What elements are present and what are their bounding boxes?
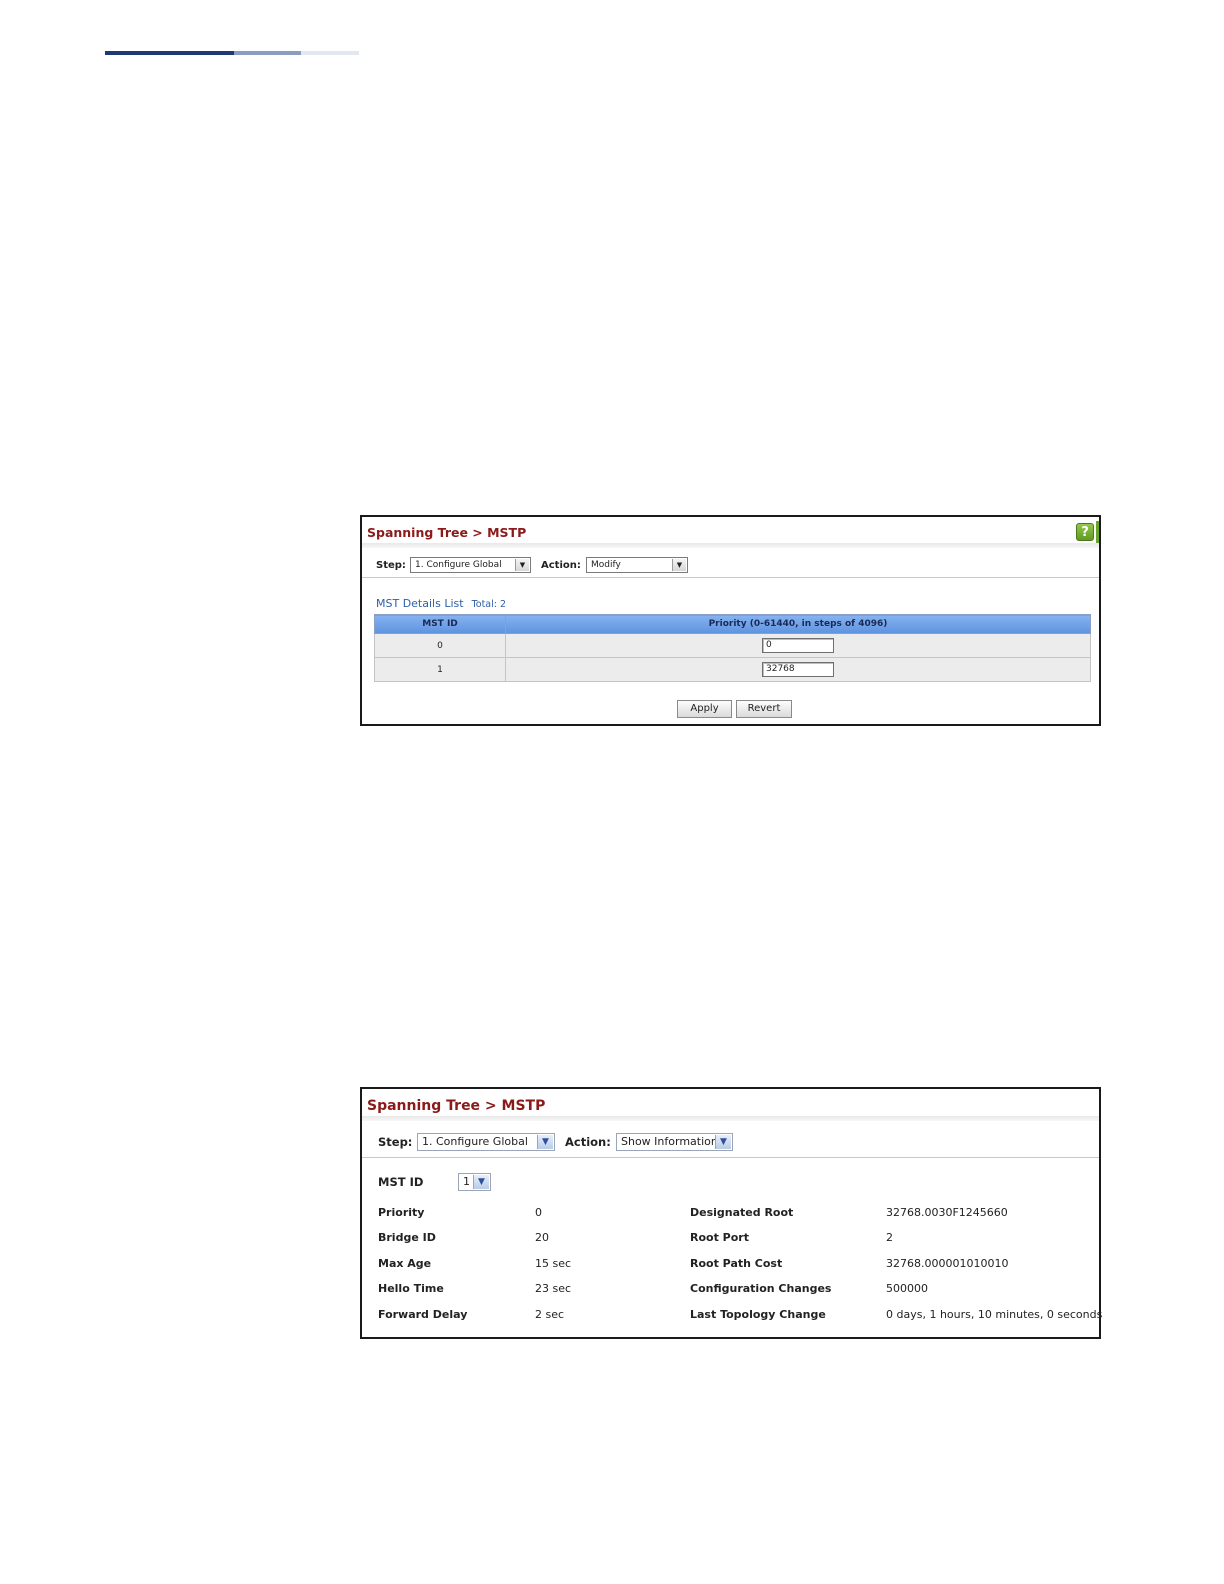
help-icon[interactable]: ? xyxy=(1076,523,1094,541)
action-select-value: Show Information xyxy=(621,1135,718,1148)
mstp-info-panel: Spanning Tree > MSTP Step: 1. Configure … xyxy=(360,1087,1103,1339)
chevron-down-icon: ▼ xyxy=(537,1135,553,1149)
action-select-value: Modify xyxy=(591,560,621,570)
info-value: 0 xyxy=(535,1206,542,1219)
info-label: Max Age xyxy=(378,1257,432,1270)
mst-id-cell: 0 xyxy=(374,633,506,658)
info-label: Hello Time xyxy=(378,1282,444,1295)
priority-cell: 0 xyxy=(505,633,1091,658)
info-value: 32768.000001010010 xyxy=(886,1257,1009,1270)
apply-button[interactable]: Apply xyxy=(677,700,732,718)
step-select[interactable]: 1. Configure Global ▼ xyxy=(417,1133,555,1151)
list-title-text: MST Details List xyxy=(376,597,464,610)
step-select[interactable]: 1. Configure Global ▼ xyxy=(410,557,531,573)
help-icon-edge xyxy=(1096,521,1099,543)
info-label: Last Topology Change xyxy=(690,1308,826,1321)
mst-id-select-value: 1 xyxy=(463,1175,470,1188)
mst-details-list-title: MST Details List Total: 2 xyxy=(376,597,506,610)
info-label: Root Path Cost xyxy=(690,1257,783,1270)
revert-button[interactable]: Revert xyxy=(736,700,792,718)
page-header-bar-light xyxy=(301,51,359,55)
info-label: Priority xyxy=(378,1206,425,1219)
mstp-modify-panel: Spanning Tree > MSTP ? Step: 1. Configur… xyxy=(360,515,1101,726)
info-value: 2 sec xyxy=(535,1308,565,1321)
info-value: 0 days, 1 hours, 10 minutes, 0 seconds xyxy=(886,1308,1103,1321)
action-select[interactable]: Show Information ▼ xyxy=(616,1133,733,1151)
info-value: 20 xyxy=(535,1231,549,1244)
step-select-value: 1. Configure Global xyxy=(422,1135,528,1148)
table-row: 0 0 xyxy=(374,633,1091,658)
table-row: 1 32768 xyxy=(374,657,1091,682)
chevron-down-icon: ▼ xyxy=(715,1135,731,1149)
info-row: Forward Delay 2 sec Last Topology Change… xyxy=(362,1308,1103,1324)
action-select[interactable]: Modify ▼ xyxy=(586,557,688,573)
step-action-row: Step: 1. Configure Global ▼ Action: Show… xyxy=(362,1129,1099,1157)
priority-cell: 32768 xyxy=(505,657,1091,682)
chevron-down-icon: ▼ xyxy=(672,559,686,571)
info-value: 2 xyxy=(886,1231,893,1244)
mst-id-cell: 1 xyxy=(374,657,506,682)
column-header-priority: Priority (0-61440, in steps of 4096) xyxy=(505,614,1091,634)
panel-title-area: Spanning Tree > MSTP ? xyxy=(362,517,1099,543)
list-total: Total: 2 xyxy=(471,599,507,610)
action-label: Action: xyxy=(541,560,581,571)
table-header-row: MST ID Priority (0-61440, in steps of 40… xyxy=(374,614,1091,634)
info-row: Hello Time 23 sec Configuration Changes … xyxy=(362,1282,1099,1298)
page-header-bar-mid xyxy=(234,51,301,55)
info-label: Bridge ID xyxy=(378,1231,436,1244)
step-label: Step: xyxy=(378,1135,413,1149)
info-value: 15 sec xyxy=(535,1257,572,1270)
title-divider xyxy=(362,1116,1099,1121)
page-header-bar-dark xyxy=(105,51,234,55)
priority-input[interactable]: 0 xyxy=(762,638,834,653)
chevron-down-icon: ▼ xyxy=(473,1175,489,1189)
step-row-divider xyxy=(362,577,1099,578)
info-label: Forward Delay xyxy=(378,1308,468,1321)
info-row: Max Age 15 sec Root Path Cost 32768.0000… xyxy=(362,1257,1099,1273)
breadcrumb: Spanning Tree > MSTP xyxy=(367,1098,546,1114)
info-label: Root Port xyxy=(690,1231,749,1244)
panel-title-area: Spanning Tree > MSTP xyxy=(362,1089,1099,1116)
priority-input[interactable]: 32768 xyxy=(762,662,834,677)
column-header-mst-id: MST ID xyxy=(374,614,506,634)
title-divider xyxy=(362,543,1099,548)
action-label: Action: xyxy=(565,1135,611,1149)
step-row-divider xyxy=(362,1157,1099,1158)
info-label: Designated Root xyxy=(690,1206,794,1219)
info-value: 500000 xyxy=(886,1282,928,1295)
info-value: 32768.0030F1245660 xyxy=(886,1206,1008,1219)
chevron-down-icon: ▼ xyxy=(515,559,529,571)
info-label: Configuration Changes xyxy=(690,1282,832,1295)
breadcrumb: Spanning Tree > MSTP xyxy=(367,525,527,540)
mst-id-label: MST ID xyxy=(378,1175,424,1189)
info-value: 23 sec xyxy=(535,1282,572,1295)
info-row: Bridge ID 20 Root Port 2 xyxy=(362,1231,1099,1247)
mst-id-select[interactable]: 1 ▼ xyxy=(458,1173,491,1191)
info-row: Priority 0 Designated Root 32768.0030F12… xyxy=(362,1206,1099,1222)
step-label: Step: xyxy=(376,560,406,571)
step-select-value: 1. Configure Global xyxy=(415,560,502,570)
mst-details-table: MST ID Priority (0-61440, in steps of 40… xyxy=(374,614,1091,682)
